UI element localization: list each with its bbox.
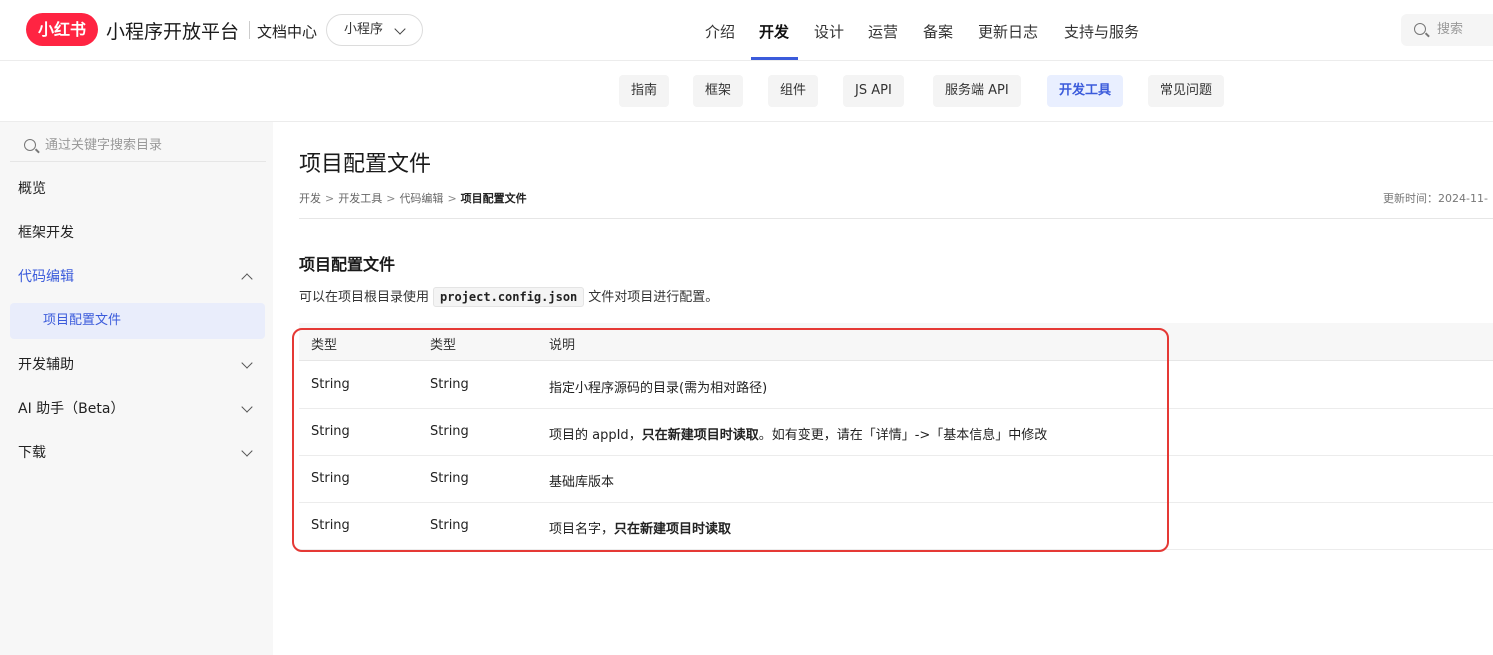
column-header: 类型 (311, 338, 338, 353)
cell-text: 项目的 appId， (549, 428, 642, 443)
nav-tab-filing[interactable]: 备案 (923, 21, 953, 42)
nav-tab-develop[interactable]: 开发 (759, 21, 789, 42)
table-cell: String (311, 518, 350, 533)
active-tab-indicator (751, 57, 798, 60)
sidebar-item-ai-assistant[interactable]: AI 助手（Beta） (0, 389, 273, 429)
search-icon (1414, 23, 1426, 35)
chevron-down-icon (394, 23, 406, 35)
header-divider (299, 218, 1493, 219)
desc-prefix: 可以在项目根目录使用 (299, 290, 430, 305)
breadcrumb-separator: > (325, 192, 335, 205)
subtab-faq[interactable]: 常见问题 (1148, 75, 1225, 107)
sidebar-search-input[interactable]: 通过关键字搜索目录 (10, 130, 266, 162)
breadcrumb-current: 项目配置文件 (460, 192, 527, 205)
product-selector[interactable]: 小程序 (326, 14, 423, 46)
sidebar-item-label: 概览 (18, 181, 46, 197)
breadcrumb: 开发 > 开发工具 > 代码编辑 > 项目配置文件 (299, 190, 527, 206)
cell-bold-text: 只在新建项目时读取 (641, 428, 759, 443)
update-time: 更新时间：2024-11- (1383, 192, 1488, 205)
section-description: 可以在项目根目录使用 project.config.json 文件对项目进行配置。 (299, 286, 718, 307)
nav-tab-changelog[interactable]: 更新日志 (978, 21, 1038, 42)
breadcrumb-separator: > (386, 192, 396, 205)
cell-bold-text: 只在新建项目时读取 (614, 522, 732, 537)
subtab-server-api[interactable]: 服务端 API (933, 75, 1021, 107)
subtab-framework[interactable]: 框架 (693, 75, 744, 107)
column-header: 说明 (549, 338, 576, 353)
doc-center-label[interactable]: 文档中心 (257, 21, 317, 42)
chevron-down-icon (241, 357, 253, 369)
nav-tab-support[interactable]: 支持与服务 (1064, 21, 1139, 42)
table-row: String String 项目名字，只在新建项目时读取 (299, 503, 1493, 550)
column-header: 类型 (430, 338, 457, 353)
page-title: 项目配置文件 (299, 152, 432, 177)
sidebar-item-label: 项目配置文件 (43, 313, 122, 328)
subtab-components[interactable]: 组件 (768, 75, 819, 107)
sidebar-item-download[interactable]: 下载 (0, 433, 273, 473)
table-cell-description: 指定小程序源码的目录(需为相对路径) (549, 377, 767, 396)
sidebar-item-label: 下载 (18, 445, 46, 461)
top-navigation: 小红书 小程序开放平台 文档中心 小程序 介绍 开发 设计 运营 备案 更新日志… (0, 0, 1493, 61)
cell-text: 指定小程序源码的目录(需为相对路径) (549, 381, 768, 396)
breadcrumb-item[interactable]: 代码编辑 (399, 192, 443, 205)
table-cell: String (311, 377, 350, 392)
sidebar-subitem-project-config[interactable]: 项目配置文件 (10, 303, 265, 339)
breadcrumb-item[interactable]: 开发 (299, 192, 321, 205)
table-cell-description: 项目的 appId，只在新建项目时读取。如有变更，请在「详情」->「基本信息」中… (549, 424, 1047, 443)
chevron-down-icon (241, 445, 253, 457)
sidebar-item-overview[interactable]: 概览 (0, 169, 273, 209)
table-cell: String (430, 424, 469, 439)
table-header: 类型 类型 说明 (299, 323, 1493, 361)
breadcrumb-item[interactable]: 开发工具 (338, 192, 382, 205)
sidebar-item-label: AI 助手（Beta） (18, 401, 125, 417)
sidebar-item-label: 代码编辑 (18, 269, 74, 285)
sidebar: 通过关键字搜索目录 概览 框架开发 代码编辑 项目配置文件 开发辅助 AI 助手… (0, 122, 273, 655)
table-row: String String 基础库版本 (299, 456, 1493, 503)
product-selector-value: 小程序 (344, 22, 384, 37)
sidebar-item-code-edit[interactable]: 代码编辑 (0, 257, 273, 297)
table-row: String String 项目的 appId，只在新建项目时读取。如有变更，请… (299, 409, 1493, 456)
nav-tab-operation[interactable]: 运营 (868, 21, 898, 42)
sub-navigation: 指南 框架 组件 JS API 服务端 API 开发工具 常见问题 (0, 61, 1493, 122)
table-cell: String (311, 471, 350, 486)
sidebar-item-framework-dev[interactable]: 框架开发 (0, 213, 273, 253)
cell-text: 项目名字， (549, 522, 615, 537)
table-cell: String (430, 377, 469, 392)
subtab-guide[interactable]: 指南 (619, 75, 670, 107)
table-cell: String (311, 424, 350, 439)
chevron-up-icon (241, 273, 253, 285)
subtab-dev-tools[interactable]: 开发工具 (1047, 75, 1124, 107)
cell-text: 基础库版本 (549, 475, 615, 490)
nav-tab-design[interactable]: 设计 (814, 21, 844, 42)
xiaohongshu-logo[interactable]: 小红书 (26, 13, 98, 46)
subtab-js-api[interactable]: JS API (843, 75, 904, 107)
breadcrumb-separator: > (447, 192, 457, 205)
table-cell-description: 基础库版本 (549, 471, 614, 490)
table-cell: String (430, 471, 469, 486)
sidebar-item-label: 开发辅助 (18, 357, 74, 373)
platform-brand[interactable]: 小程序开放平台 (106, 17, 239, 44)
sidebar-item-dev-assist[interactable]: 开发辅助 (0, 345, 273, 385)
nav-tab-intro[interactable]: 介绍 (705, 21, 735, 42)
sidebar-item-label: 框架开发 (18, 225, 74, 241)
table-cell: String (430, 518, 469, 533)
section-title: 项目配置文件 (299, 255, 396, 274)
search-placeholder: 搜索 (1437, 22, 1464, 37)
desc-suffix: 文件对项目进行配置。 (588, 290, 719, 305)
config-filename-code: project.config.json (433, 287, 585, 307)
table-cell-description: 项目名字，只在新建项目时读取 (549, 518, 731, 537)
chevron-down-icon (241, 401, 253, 413)
search-icon (24, 139, 36, 151)
sidebar-search-placeholder: 通过关键字搜索目录 (45, 138, 163, 153)
header-divider (249, 21, 250, 39)
search-input[interactable]: 搜索 (1401, 14, 1493, 46)
cell-text: 。如有变更，请在「详情」->「基本信息」中修改 (758, 428, 1048, 443)
table-row: String String 指定小程序源码的目录(需为相对路径) (299, 362, 1493, 409)
